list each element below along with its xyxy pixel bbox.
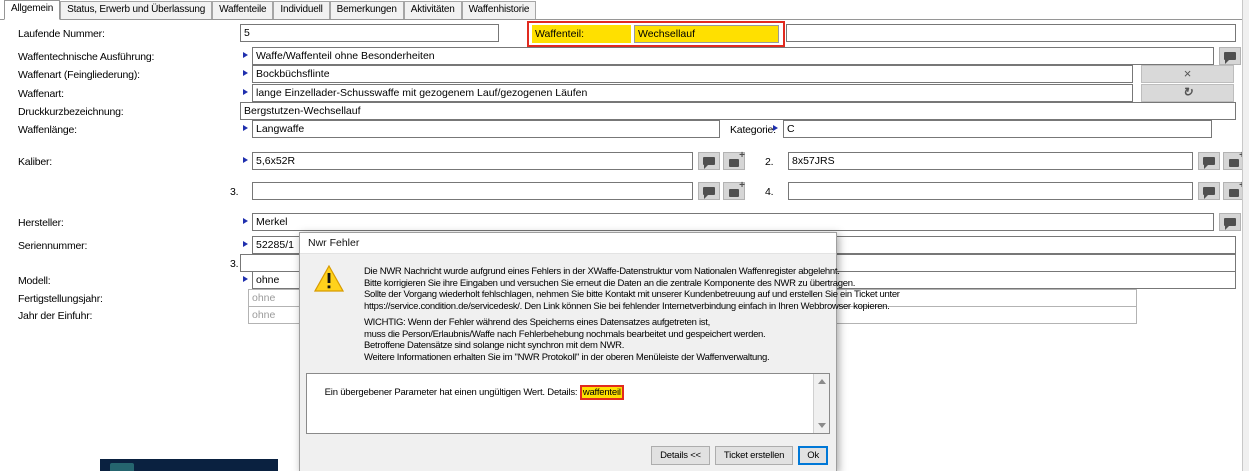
comment-icon <box>1224 218 1236 226</box>
ticket-erstellen-button[interactable]: Ticket erstellen <box>715 446 793 465</box>
refresh-icon: ↻ <box>1182 85 1192 99</box>
tab-waffenteile[interactable]: Waffenteile <box>212 1 273 19</box>
right-panel-strip <box>1242 0 1249 471</box>
kaliber1-input[interactable] <box>252 152 693 170</box>
dropdown-arrow-icon <box>243 52 248 58</box>
laufende-nummer-label: Laufende Nummer: <box>18 28 105 40</box>
hersteller-comment-button[interactable] <box>1219 213 1241 231</box>
dialog-button-row: Details << Ticket erstellen Ok <box>651 446 828 465</box>
waffenlaenge-input[interactable] <box>252 120 720 138</box>
tab-bar: Allgemein Status, Erwerb und Überlassung… <box>0 0 1242 20</box>
bottom-left-image <box>100 459 278 471</box>
scroll-up-icon[interactable] <box>818 379 826 384</box>
comment-icon <box>703 187 715 195</box>
kaliber-label: Kaliber: <box>18 156 52 168</box>
waffenteil-extended-input[interactable] <box>786 24 1236 42</box>
tab-waffenhistorie[interactable]: Waffenhistorie <box>462 1 537 19</box>
waffentechnische-ausfuehrung-comment-button[interactable] <box>1219 47 1241 65</box>
add-icon <box>729 189 739 197</box>
comment-icon <box>1203 187 1215 195</box>
kaliber1-comment-button[interactable] <box>698 152 720 170</box>
waffenart-label: Waffenart: <box>18 88 64 100</box>
waffentechnische-ausfuehrung-label: Waffentechnische Ausführung: <box>18 51 154 63</box>
dropdown-arrow-icon <box>243 70 248 76</box>
kaliber3-add-button[interactable] <box>723 182 745 200</box>
dropdown-arrow-icon <box>773 125 778 131</box>
kategorie-label: Kategorie: <box>730 124 776 136</box>
seriennummer3-label: 3. <box>230 258 238 270</box>
waffenverwaltung-window: Allgemein Status, Erwerb und Überlassung… <box>0 0 1249 471</box>
error-details-highlight: waffenteil <box>580 385 624 400</box>
tab-individuell[interactable]: Individuell <box>273 1 329 19</box>
error-details-text: Ein übergebener Parameter hat einen ungü… <box>325 387 580 398</box>
comment-icon <box>1224 52 1236 60</box>
waffenart-feingliederung-label: Waffenart (Feingliederung): <box>18 69 140 81</box>
hersteller-input[interactable] <box>252 213 1214 231</box>
kaliber2-comment-button[interactable] <box>1198 152 1220 170</box>
kaliber3-comment-button[interactable] <box>698 182 720 200</box>
tab-bemerkungen[interactable]: Bemerkungen <box>330 1 404 19</box>
error-details-textarea[interactable]: Ein übergebener Parameter hat einen ungü… <box>306 373 830 434</box>
waffenteil-annotation-box: Waffenteil: <box>527 21 785 47</box>
add-icon <box>729 159 739 167</box>
dropdown-arrow-icon <box>243 241 248 247</box>
tab-status-erwerb-ueberlassung[interactable]: Status, Erwerb und Überlassung <box>60 1 212 19</box>
refresh-waffenart-button[interactable]: ↻ <box>1141 84 1234 102</box>
druckkurzbezeichnung-label: Druckkurzbezeichnung: <box>18 106 124 118</box>
comment-icon <box>703 157 715 165</box>
scrollbar[interactable] <box>813 374 829 433</box>
clear-waffenart-button[interactable]: × <box>1141 65 1234 83</box>
waffenart-input[interactable] <box>252 84 1133 102</box>
waffentechnische-ausfuehrung-input[interactable] <box>252 47 1214 65</box>
druckkurzbezeichnung-input[interactable] <box>240 102 1236 120</box>
waffenart-feingliederung-input[interactable] <box>252 65 1133 83</box>
kaliber2-label: 2. <box>765 156 773 168</box>
kaliber1-add-button[interactable] <box>723 152 745 170</box>
kaliber4-label: 4. <box>765 186 773 198</box>
fertigstellungsjahr-label: Fertigstellungsjahr: <box>18 293 103 305</box>
dropdown-arrow-icon <box>243 157 248 163</box>
ok-button[interactable]: Ok <box>798 446 828 465</box>
clear-icon: × <box>1184 66 1192 81</box>
bottom-left-image-detail <box>110 463 134 471</box>
hersteller-label: Hersteller: <box>18 217 64 229</box>
nwr-error-dialog: Nwr Fehler Die NWR Nachricht wurde aufgr… <box>299 232 837 471</box>
warning-icon <box>314 265 344 292</box>
modell-label: Modell: <box>18 275 50 287</box>
scroll-down-icon[interactable] <box>818 423 826 428</box>
tab-aktivitaeten[interactable]: Aktivitäten <box>404 1 462 19</box>
kaliber4-comment-button[interactable] <box>1198 182 1220 200</box>
seriennummer-label: Seriennummer: <box>18 240 87 252</box>
kaliber4-input[interactable] <box>788 182 1193 200</box>
add-icon <box>1229 189 1239 197</box>
details-button[interactable]: Details << <box>651 446 710 465</box>
add-icon <box>1229 159 1239 167</box>
dialog-message-secondary: WICHTIG: Wenn der Fehler während des Spe… <box>364 317 769 363</box>
kategorie-input[interactable] <box>783 120 1212 138</box>
laufende-nummer-input[interactable] <box>240 24 499 42</box>
dialog-message-primary: Die NWR Nachricht wurde aufgrund eines F… <box>364 266 900 312</box>
waffenteil-label: Waffenteil: <box>532 25 631 43</box>
dropdown-arrow-icon <box>243 218 248 224</box>
dialog-title: Nwr Fehler <box>300 233 836 254</box>
kaliber3-input[interactable] <box>252 182 693 200</box>
dropdown-arrow-icon <box>243 125 248 131</box>
tab-allgemein[interactable]: Allgemein <box>4 0 60 20</box>
jahr-der-einfuhr-label: Jahr der Einfuhr: <box>18 310 92 322</box>
waffenteil-input[interactable] <box>634 25 779 43</box>
kaliber2-input[interactable] <box>788 152 1193 170</box>
dropdown-arrow-icon <box>243 89 248 95</box>
kaliber3-label: 3. <box>230 186 238 198</box>
comment-icon <box>1203 157 1215 165</box>
waffenlaenge-label: Waffenlänge: <box>18 124 77 136</box>
dropdown-arrow-icon <box>243 276 248 282</box>
